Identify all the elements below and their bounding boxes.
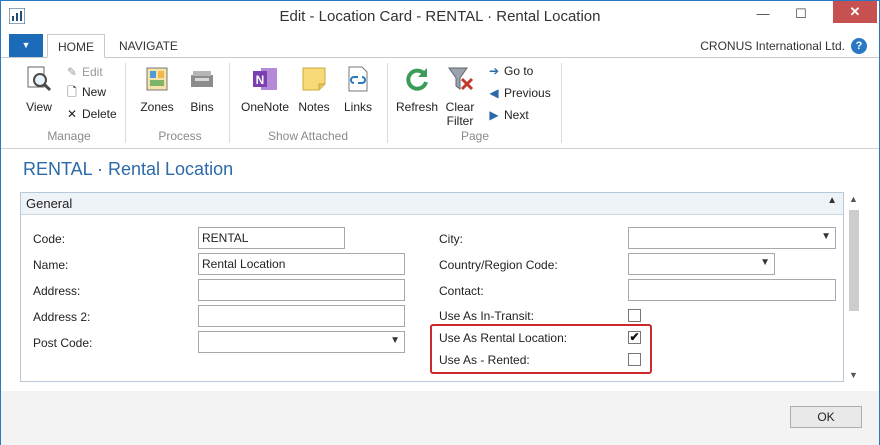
chevron-up-icon[interactable]: ▲ — [827, 195, 837, 206]
country-region-code-label: Country/Region Code: — [439, 258, 558, 272]
view-button[interactable]: View — [23, 65, 55, 114]
links-icon — [348, 66, 368, 92]
zones-button[interactable]: Zones — [137, 65, 177, 114]
highlight-box — [430, 324, 652, 374]
group-divider — [229, 63, 230, 143]
scrollbar-thumb[interactable] — [849, 210, 859, 311]
vertical-scrollbar[interactable]: ▲ ▼ — [846, 192, 862, 382]
scroll-up-icon[interactable]: ▲ — [849, 194, 858, 204]
use-as-in-transit-label: Use As In-Transit: — [439, 309, 534, 323]
code-label: Code: — [33, 232, 66, 246]
bins-button[interactable]: Bins — [185, 65, 219, 114]
name-field[interactable]: Rental Location — [198, 253, 405, 275]
zones-label: Zones — [140, 100, 174, 114]
name-label: Name: — [33, 258, 69, 272]
fasttab-header[interactable]: General ▲ — [21, 193, 843, 215]
ribbon: View ✎ Edit 🗋 New ✕ Delete Manage Zones — [1, 59, 879, 149]
country-region-code-field[interactable]: ▼ — [628, 253, 775, 275]
triangle-left-icon: ◀ — [489, 86, 499, 100]
onenote-button[interactable]: N OneNote — [239, 65, 291, 114]
clear-filter-button[interactable]: Clear Filter — [443, 65, 477, 128]
address-2-label: Address 2: — [33, 310, 91, 324]
triangle-right-icon: ▶ — [489, 108, 499, 122]
tab-navigate[interactable]: NAVIGATE — [109, 34, 188, 58]
clear-filter-icon — [448, 67, 474, 91]
view-label: View — [26, 100, 52, 114]
previous-button[interactable]: ◀ Previous — [487, 84, 551, 102]
refresh-button[interactable]: Refresh — [395, 65, 439, 114]
bottom-bar — [1, 391, 879, 445]
window-title: Edit - Location Card - RENTAL · Rental L… — [279, 8, 601, 25]
edit-button[interactable]: ✎ Edit — [65, 63, 103, 81]
clear-filter-label-line2: Filter — [446, 114, 474, 128]
chevron-down-icon[interactable]: ▼ — [821, 231, 831, 242]
onenote-icon: N — [253, 68, 277, 90]
group-divider — [125, 63, 126, 143]
notes-button[interactable]: Notes — [297, 65, 331, 114]
company-name: CRONUS International Ltd. — [700, 39, 845, 53]
title-bar: Edit - Location Card - RENTAL · Rental L… — [1, 1, 879, 33]
help-icon[interactable]: ? — [851, 38, 867, 54]
previous-label: Previous — [504, 86, 551, 100]
links-button[interactable]: Links — [341, 65, 375, 114]
post-code-label: Post Code: — [33, 336, 93, 350]
svg-text:N: N — [256, 73, 265, 87]
page-title: RENTAL · Rental Location — [23, 159, 234, 179]
edit-label: Edit — [82, 65, 103, 79]
group-label-page: Page — [460, 129, 490, 143]
address-field[interactable] — [198, 279, 405, 301]
notes-icon — [302, 67, 326, 91]
chevron-down-icon[interactable]: ▼ — [390, 335, 400, 346]
refresh-label: Refresh — [395, 100, 439, 114]
goto-label: Go to — [504, 64, 534, 78]
group-label-manage: Manage — [47, 129, 91, 143]
tab-home[interactable]: HOME — [47, 34, 105, 58]
view-icon — [27, 66, 52, 92]
code-field[interactable]: RENTAL — [198, 227, 345, 249]
next-label: Next — [504, 108, 529, 122]
application-window: Edit - Location Card - RENTAL · Rental L… — [0, 0, 880, 445]
group-label-show-attached: Show Attached — [267, 129, 349, 143]
refresh-icon — [406, 68, 428, 91]
new-button[interactable]: 🗋 New — [65, 83, 106, 101]
application-menu-button[interactable]: ▼ — [9, 34, 43, 57]
post-code-field[interactable]: ▼ — [198, 331, 405, 353]
links-label: Links — [343, 100, 372, 114]
group-divider — [561, 63, 562, 143]
bins-icon — [191, 71, 213, 87]
minimize-button[interactable]: — — [749, 3, 777, 25]
new-document-icon: 🗋 — [67, 85, 77, 99]
ok-button[interactable]: OK — [790, 406, 862, 428]
contact-label: Contact: — [439, 284, 484, 298]
zones-icon — [146, 67, 168, 91]
fasttab-title: General — [26, 196, 73, 211]
group-divider — [387, 63, 388, 143]
delete-button[interactable]: ✕ Delete — [65, 105, 117, 123]
goto-button[interactable]: ➔ Go to — [487, 62, 533, 80]
address-2-field[interactable] — [198, 305, 405, 327]
pencil-icon: ✎ — [66, 65, 78, 79]
use-as-in-transit-checkbox[interactable] — [628, 309, 641, 322]
chevron-down-icon[interactable]: ▼ — [760, 257, 770, 268]
address-label: Address: — [33, 284, 81, 298]
clear-filter-label-line1: Clear — [445, 100, 475, 114]
bins-label: Bins — [190, 100, 214, 114]
maximize-button[interactable]: ☐ — [787, 3, 815, 25]
onenote-label: OneNote — [240, 100, 290, 114]
contact-field[interactable] — [628, 279, 836, 301]
scroll-down-icon[interactable]: ▼ — [849, 370, 858, 380]
close-button[interactable]: ✕ — [833, 1, 877, 23]
next-button[interactable]: ▶ Next — [487, 106, 529, 124]
new-label: New — [82, 85, 107, 99]
delete-x-icon: ✕ — [66, 107, 78, 121]
city-field[interactable]: ▼ — [628, 227, 836, 249]
group-label-process: Process — [158, 129, 202, 143]
city-label: City: — [439, 232, 463, 246]
delete-label: Delete — [82, 107, 117, 121]
arrow-right-icon: ➔ — [488, 64, 500, 78]
notes-label: Notes — [298, 100, 330, 114]
ribbon-tab-row: ▼ HOME NAVIGATE CRONUS International Ltd… — [1, 34, 879, 58]
